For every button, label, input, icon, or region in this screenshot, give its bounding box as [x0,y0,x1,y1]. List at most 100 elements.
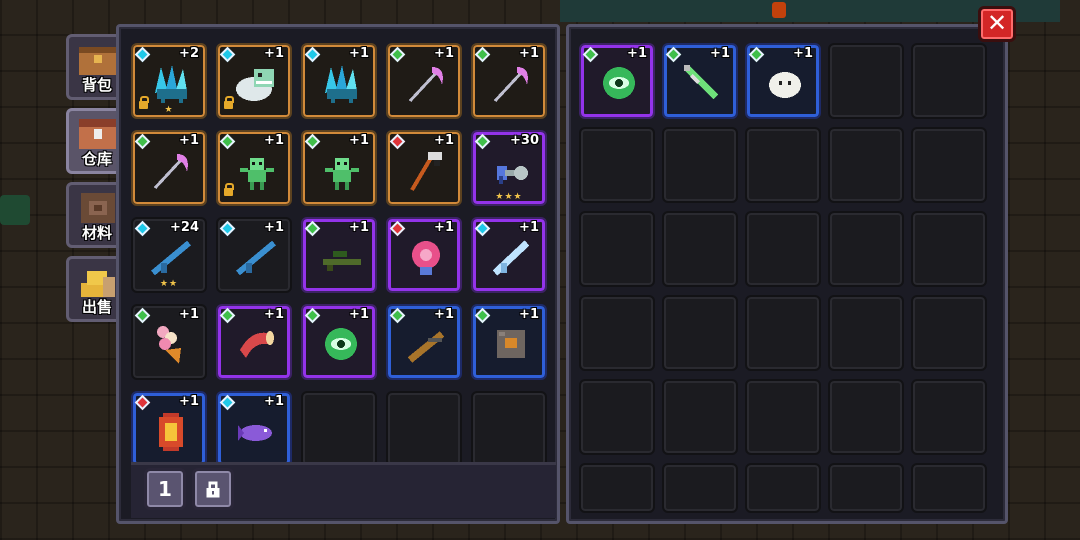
inventory-slot[interactable]: +24 ★★ [131,217,207,293]
green-goblin-icon [317,146,365,194]
empty-slot[interactable] [662,211,738,287]
inventory-slot[interactable]: +2 ★ [131,43,207,119]
purple-fish-icon [232,407,280,455]
inventory-slot[interactable]: +1 [471,43,547,119]
inventory-slot[interactable]: +1 [471,304,547,380]
item-count: +1 [434,220,454,235]
item-count: +2 [179,46,199,61]
lock-icon [224,183,234,196]
empty-slot[interactable] [911,379,987,455]
ice-blaster-icon [487,233,535,281]
inventory-slot[interactable]: +1 [662,43,738,119]
item-count: +1 [349,220,369,235]
green-eye-icon [595,59,643,107]
item-count: +1 [264,394,284,409]
item-count: +1 [519,220,539,235]
inventory-slot[interactable]: +1 [131,391,207,467]
empty-slot[interactable] [662,379,738,455]
page-1-button[interactable]: 1 [144,468,186,510]
inventory-slot[interactable]: +1 [301,130,377,206]
inventory-slot[interactable]: +1 [131,304,207,380]
inventory-slot[interactable]: +1 [216,391,292,467]
inventory-slot[interactable]: +1 [301,43,377,119]
empty-slot[interactable] [579,127,655,203]
empty-slot[interactable] [386,391,462,467]
empty-slot[interactable] [828,127,904,203]
inventory-slot[interactable]: +1 [579,43,655,119]
horn-icon [232,320,280,368]
item-count: +1 [434,307,454,322]
empty-slot[interactable] [471,391,547,467]
inventory-slot[interactable]: +1 [216,43,292,119]
warehouse-panel: +2 ★ +1 +1 +1 +1 +1 +1 +1 +1 +30 ★★★ +24 ★★ +1 +1 +1 +1 +1… [116,24,560,524]
inventory-slot[interactable]: +1 [301,217,377,293]
item-count: +1 [179,307,199,322]
inventory-slot[interactable]: +1 [216,217,292,293]
item-count: +1 [264,307,284,322]
item-count: +1 [627,46,647,61]
inventory-slot[interactable]: +1 [745,43,821,119]
inventory-slot[interactable]: +1 [386,43,462,119]
pink-flower-icon [402,233,450,281]
item-count: +1 [264,220,284,235]
empty-slot[interactable] [745,295,821,371]
inventory-slot[interactable]: +30 ★★★ [471,130,547,206]
green-eye-icon [317,320,365,368]
inventory-slot[interactable]: +1 [301,304,377,380]
stone-block-icon [487,320,535,368]
item-count: +24 [170,220,199,235]
empty-slot[interactable] [911,43,987,119]
inventory-slot[interactable]: +1 [216,130,292,206]
empty-slot[interactable] [579,379,655,455]
lantern-icon [147,407,195,455]
empty-slot[interactable] [662,295,738,371]
item-count: +1 [434,133,454,148]
shotgun-icon [402,320,450,368]
lock-toggle-button[interactable] [192,468,234,510]
background-plant [0,195,30,225]
empty-slot[interactable] [911,463,987,513]
inventory-slot[interactable]: +1 [386,130,462,206]
empty-slot[interactable] [579,295,655,371]
star-rating: ★★★ [495,192,523,202]
scythe-icon [402,59,450,107]
empty-slot[interactable] [828,295,904,371]
inventory-slot[interactable]: +1 [471,217,547,293]
empty-slot[interactable] [911,295,987,371]
close-button[interactable]: ✕ [978,6,1016,42]
torch-icon [772,2,786,18]
inventory-slot[interactable]: +1 [131,130,207,206]
bone-staff-icon [402,146,450,194]
empty-slot[interactable] [828,463,904,513]
item-count: +1 [710,46,730,61]
empty-slot[interactable] [662,463,738,513]
item-count: +1 [264,46,284,61]
inventory-slot[interactable]: +1 [386,217,462,293]
item-count: +1 [349,46,369,61]
empty-slot[interactable] [662,127,738,203]
empty-slot[interactable] [745,379,821,455]
ice-cream-icon [147,320,195,368]
empty-slot[interactable] [745,463,821,513]
empty-slot[interactable] [911,211,987,287]
inventory-slot[interactable]: +1 [216,304,292,380]
assault-rifle-icon [232,233,280,281]
empty-slot[interactable] [911,127,987,203]
empty-slot[interactable] [828,43,904,119]
empty-slot[interactable] [828,211,904,287]
item-count: +1 [179,394,199,409]
star-rating: ★★ [159,279,179,289]
empty-slot[interactable] [745,127,821,203]
ghost-fish-pet-icon [232,59,280,107]
item-count: +1 [179,133,199,148]
item-count: +1 [264,133,284,148]
empty-slot[interactable] [579,463,655,513]
empty-slot[interactable] [828,379,904,455]
inventory-slot[interactable]: +1 [386,304,462,380]
empty-slot[interactable] [745,211,821,287]
item-count: +1 [519,307,539,322]
empty-slot[interactable] [301,391,377,467]
crystal-crab-icon [147,59,195,107]
scythe-icon [147,146,195,194]
empty-slot[interactable] [579,211,655,287]
